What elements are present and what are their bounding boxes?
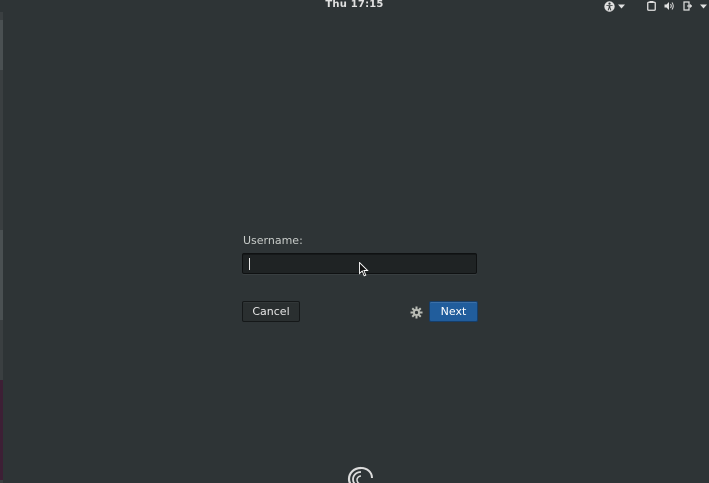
username-label: Username:: [243, 234, 303, 247]
chevron-down-icon: [618, 4, 625, 9]
system-tray: [604, 0, 709, 12]
next-button[interactable]: Next: [429, 301, 478, 322]
cancel-button[interactable]: Cancel: [242, 301, 300, 322]
gear-icon[interactable]: [410, 304, 423, 319]
debian-swirl-icon: [346, 466, 376, 483]
login-screen: Thu 17:15 Username: Cancel Next: [0, 0, 709, 483]
accessibility-menu[interactable]: [604, 0, 647, 12]
text-caret: [249, 258, 250, 270]
top-bar: Thu 17:15: [0, 0, 709, 12]
window-icon: [647, 1, 656, 11]
accessibility-icon: [604, 0, 615, 12]
power-icon: [683, 1, 692, 11]
system-menu[interactable]: [647, 0, 709, 12]
username-input[interactable]: [242, 253, 477, 274]
chevron-down-icon: [700, 4, 707, 9]
clock[interactable]: Thu 17:15: [0, 0, 709, 10]
volume-icon: [664, 1, 675, 11]
background-window-edge: [0, 0, 3, 483]
